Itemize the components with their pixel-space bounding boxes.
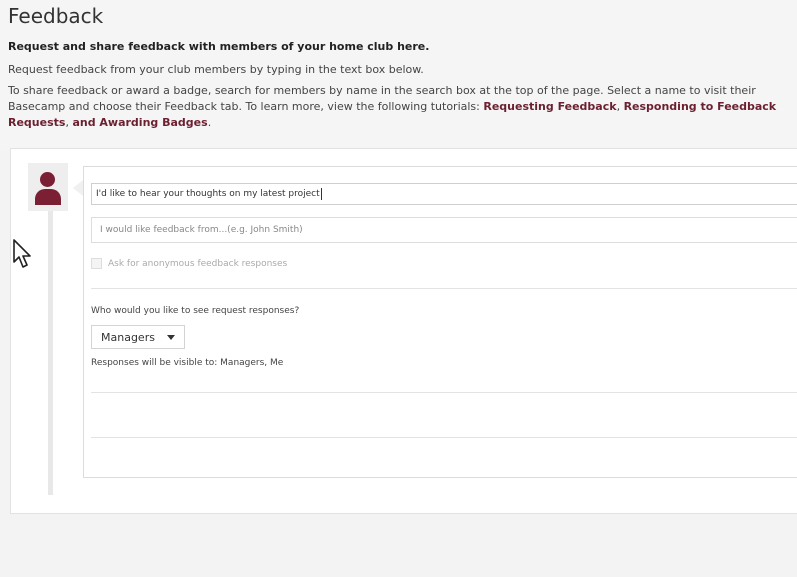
- speech-caret: [73, 180, 83, 196]
- page-title: Feedback: [8, 4, 104, 28]
- anonymous-label: Ask for anonymous feedback responses: [108, 258, 288, 269]
- visibility-summary: Responses will be visible to: Managers, …: [91, 358, 284, 368]
- divider: [91, 288, 797, 289]
- user-icon: [28, 163, 68, 211]
- page-headline: Request and share feedback with members …: [8, 40, 430, 53]
- mouse-pointer-icon: [13, 239, 31, 268]
- timeline-bar: [48, 170, 53, 495]
- visibility-dropdown[interactable]: Managers: [91, 325, 185, 349]
- divider: [91, 392, 797, 393]
- visibility-question: Who would you like to see request respon…: [91, 306, 300, 316]
- visibility-selected: Managers: [101, 330, 155, 344]
- recipient-input[interactable]: I would like feedback from...(e.g. John …: [91, 217, 797, 243]
- recipient-placeholder: I would like feedback from...(e.g. John …: [100, 225, 303, 235]
- divider: [91, 437, 797, 438]
- link-requesting-feedback[interactable]: Requesting Feedback: [483, 100, 616, 113]
- intro-separator: ,: [616, 100, 624, 113]
- intro-end: .: [207, 116, 212, 129]
- avatar-body: [35, 189, 61, 205]
- request-instructions: Request feedback from your club members …: [8, 63, 424, 76]
- anonymous-option[interactable]: Ask for anonymous feedback responses: [91, 258, 287, 269]
- request-text-input[interactable]: I'd like to hear your thoughts on my lat…: [91, 183, 797, 205]
- request-form-panel: [83, 166, 797, 478]
- link-awarding-badges[interactable]: and Awarding Badges: [72, 116, 207, 129]
- caret-down-icon: [166, 334, 175, 340]
- text-cursor: [320, 188, 322, 200]
- avatar-head: [40, 172, 55, 187]
- request-text-value: I'd like to hear your thoughts on my lat…: [96, 189, 320, 199]
- intro-paragraph: To share feedback or award a badge, sear…: [8, 83, 793, 133]
- anonymous-checkbox[interactable]: [91, 258, 102, 269]
